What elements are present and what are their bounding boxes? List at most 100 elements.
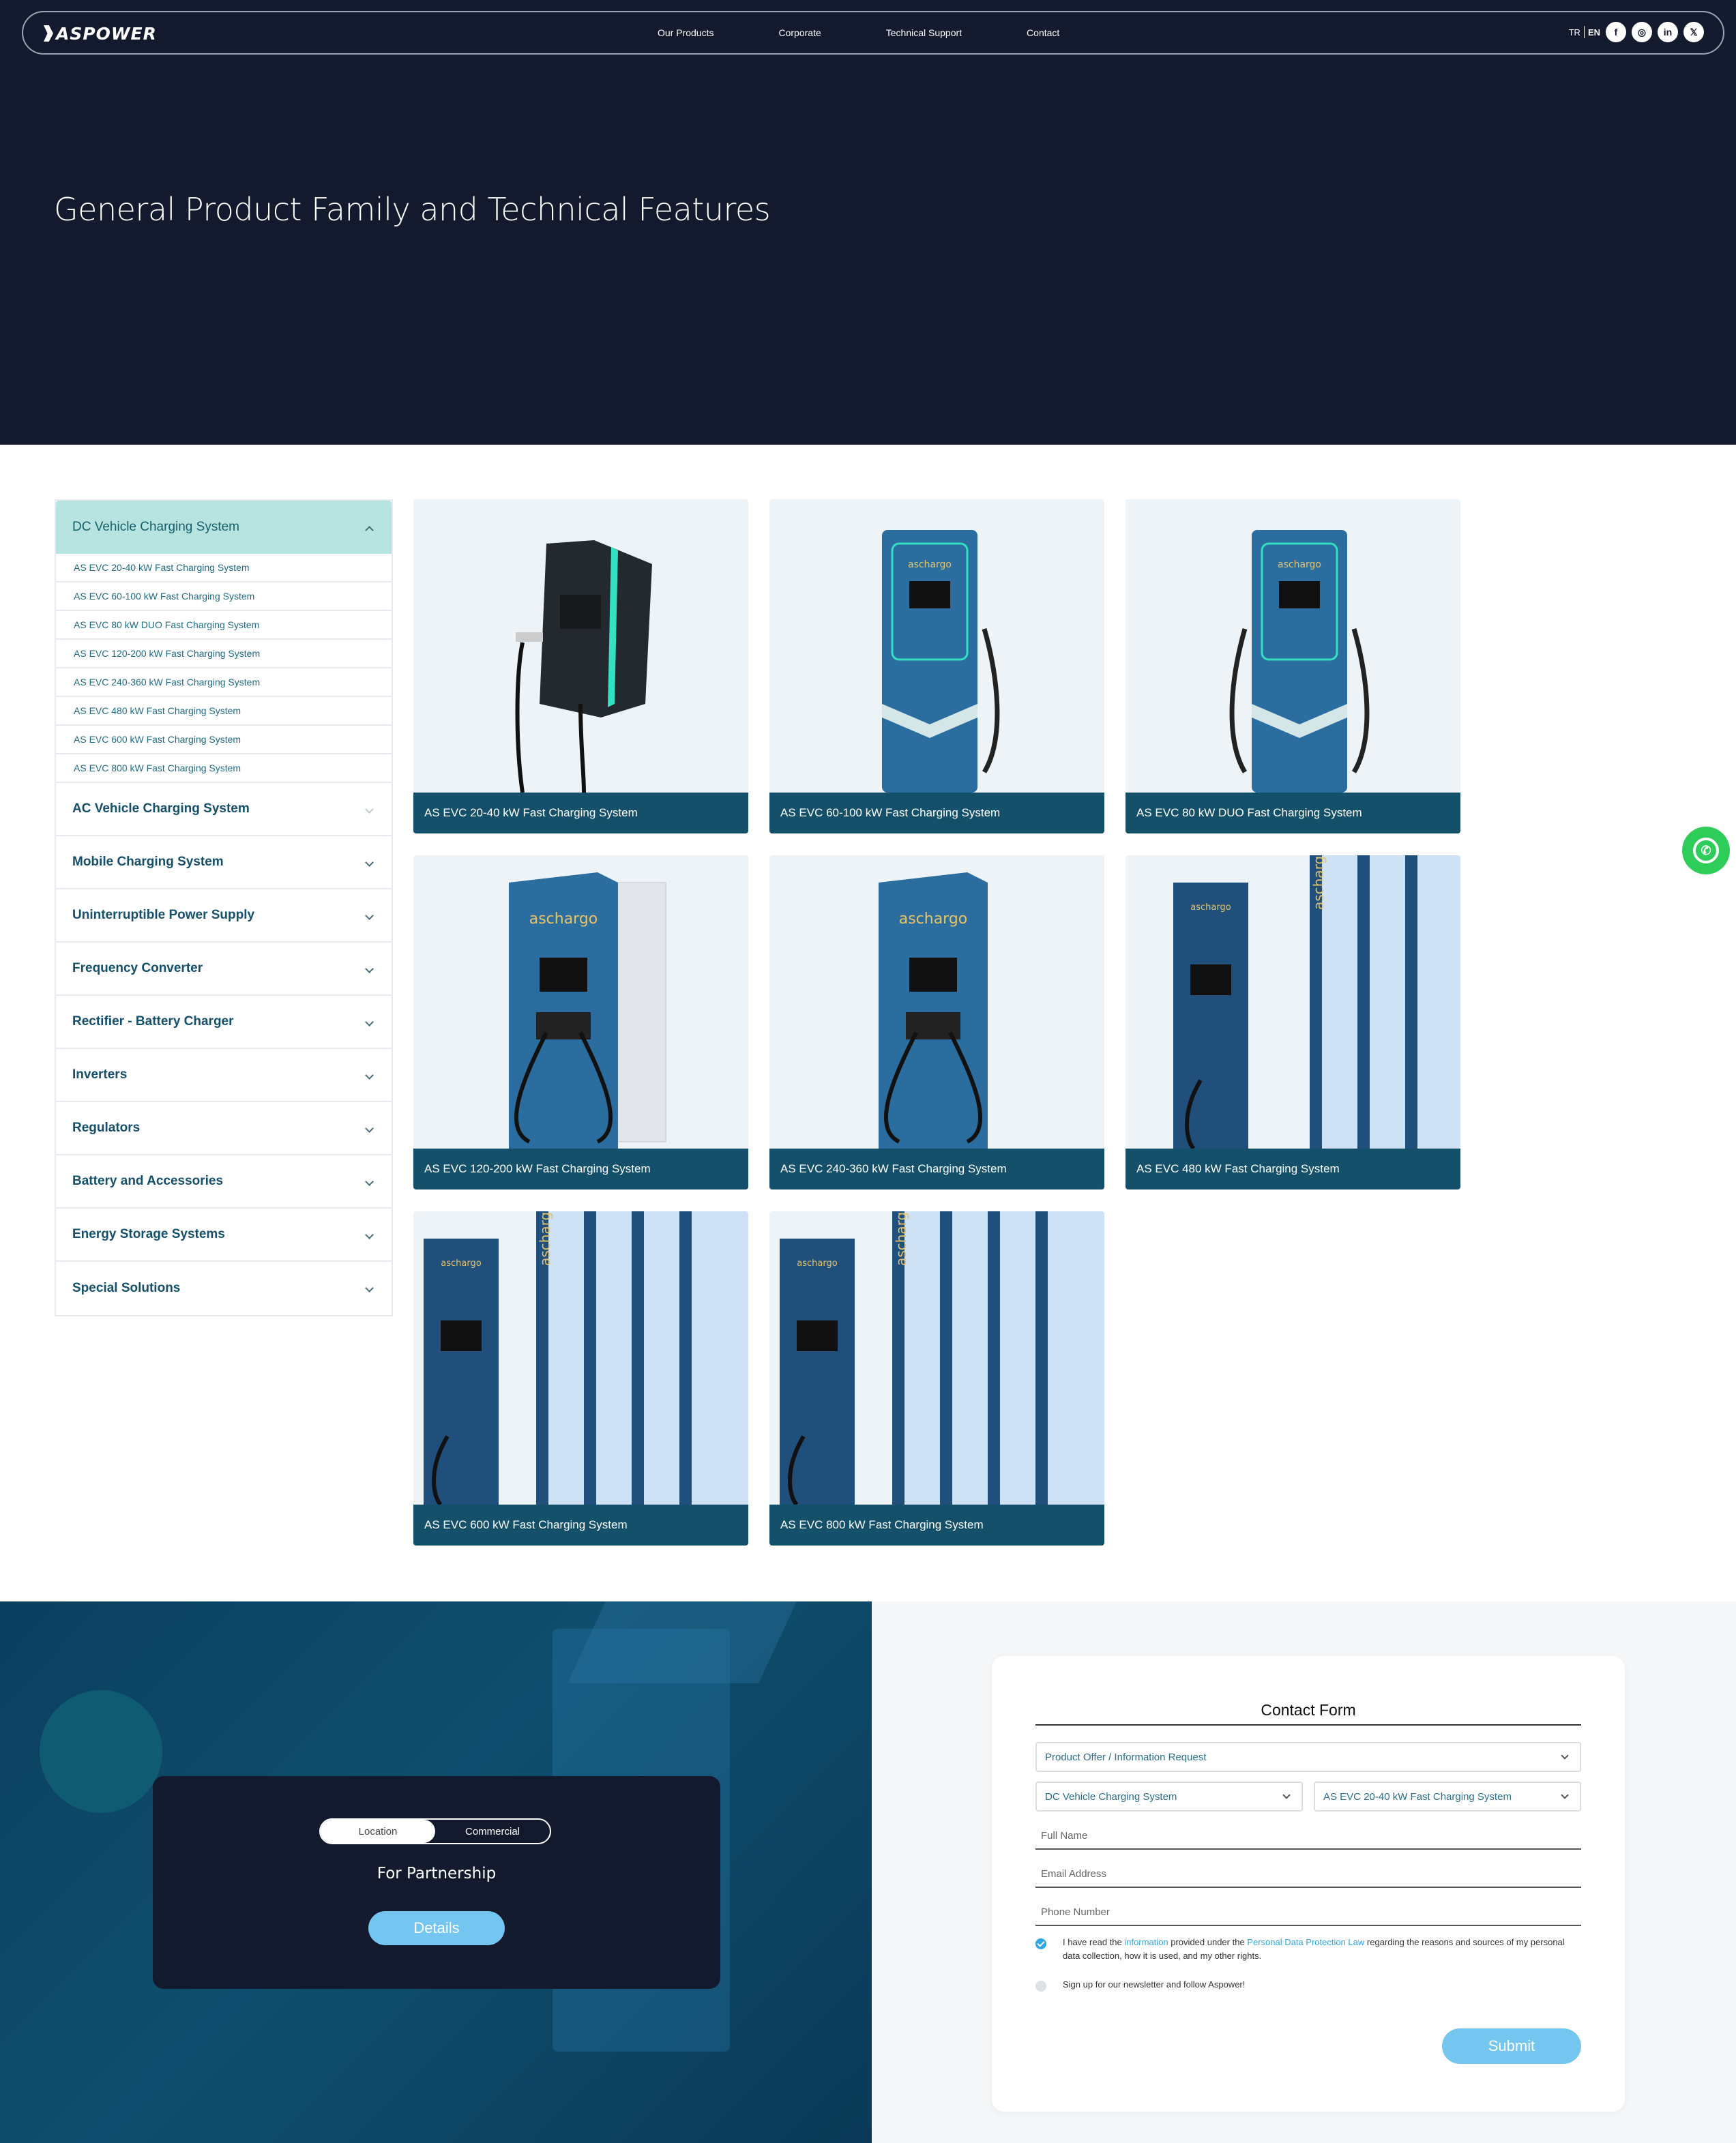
category-item[interactable]: Inverters: [56, 1049, 392, 1102]
svg-text:aschargo: aschargo: [529, 911, 598, 928]
svg-text:aschargo: aschargo: [537, 1211, 553, 1266]
category-label: Rectifier - Battery Charger: [72, 1014, 234, 1029]
nav-our-products[interactable]: Our Products: [658, 27, 713, 38]
x-icon[interactable]: 𝕏: [1683, 22, 1704, 42]
category-item[interactable]: AC Vehicle Charging System: [56, 783, 392, 836]
subcategory-item[interactable]: AS EVC 240-360 kW Fast Charging System: [56, 668, 392, 697]
full-name-field[interactable]: Full Name: [1035, 1822, 1581, 1850]
product-image: aschargo aschargo: [780, 1211, 1104, 1505]
product-image: aschargo aschargo: [1173, 855, 1460, 1149]
category-label: Regulators: [72, 1121, 141, 1135]
category-value: DC Vehicle Charging System: [1045, 1790, 1177, 1803]
category-list: AC Vehicle Charging System Mobile Chargin…: [56, 783, 392, 1315]
consent-text: I have read the information provided und…: [1063, 1937, 1565, 1961]
category-item[interactable]: Regulators: [56, 1102, 392, 1155]
subcategory-item[interactable]: AS EVC 80 kW DUO Fast Charging System: [56, 611, 392, 640]
linkedin-icon[interactable]: in: [1658, 22, 1678, 42]
product-card[interactable]: aschargo aschargo AS EVC 800 kW Fast Charg…: [769, 1211, 1104, 1546]
request-type-select[interactable]: Product Offer / Information Request: [1035, 1742, 1581, 1772]
svg-text:aschargo: aschargo: [893, 1211, 909, 1266]
product-image: aschargo aschargo: [424, 1211, 748, 1505]
category-item[interactable]: Energy Storage Systems: [56, 1209, 392, 1262]
product-title: AS EVC 80 kW DUO Fast Charging System: [1126, 793, 1460, 833]
subcategory-item[interactable]: AS EVC 20-40 kW Fast Charging System: [56, 554, 392, 582]
svg-text:aschargo: aschargo: [1310, 855, 1327, 910]
category-item[interactable]: Special Solutions: [56, 1262, 392, 1315]
subcategory-item[interactable]: AS EVC 60-100 kW Fast Charging System: [56, 582, 392, 611]
nav-technical-support[interactable]: Technical Support: [886, 27, 962, 38]
logo[interactable]: ASPOWER: [44, 23, 157, 44]
chevron-down-icon: [365, 1071, 374, 1080]
nav-corporate[interactable]: Corporate: [778, 27, 821, 38]
tab-location[interactable]: Location: [321, 1820, 435, 1843]
category-select[interactable]: DC Vehicle Charging System: [1035, 1782, 1303, 1812]
social-links: f ◎ in 𝕏: [1600, 22, 1704, 42]
product-image: aschargo: [509, 872, 666, 1149]
product-card[interactable]: AS EVC 20-40 kW Fast Charging System: [413, 499, 748, 833]
logo-icon: [44, 25, 53, 42]
subcategory-item[interactable]: AS EVC 600 kW Fast Charging System: [56, 726, 392, 754]
chevron-up-icon: [365, 526, 374, 535]
whatsapp-button[interactable]: ✆: [1682, 827, 1730, 874]
email-field[interactable]: Email Address: [1035, 1861, 1581, 1888]
category-label: Mobile Charging System: [72, 855, 224, 869]
submit-button[interactable]: Submit: [1442, 2028, 1581, 2064]
category-item[interactable]: Frequency Converter: [56, 943, 392, 996]
product-image: aschargo: [879, 872, 988, 1149]
consent-checkbox[interactable]: [1035, 1938, 1046, 1949]
details-button[interactable]: Details: [368, 1911, 505, 1945]
newsletter-text: Sign up for our newsletter and follow As…: [1063, 1979, 1246, 1990]
subcategory-item[interactable]: AS EVC 800 kW Fast Charging System: [56, 754, 392, 783]
category-label: Frequency Converter: [72, 961, 203, 975]
category-item[interactable]: Uninterruptible Power Supply: [56, 889, 392, 943]
whatsapp-icon: ✆: [1693, 838, 1719, 863]
subcategory-item[interactable]: AS EVC 120-200 kW Fast Charging System: [56, 640, 392, 668]
svg-text:aschargo: aschargo: [1278, 559, 1321, 570]
information-link[interactable]: information: [1124, 1937, 1168, 1947]
subcategory-item[interactable]: AS EVC 480 kW Fast Charging System: [56, 697, 392, 726]
category-item[interactable]: Battery and Accessories: [56, 1155, 392, 1209]
product-card[interactable]: aschargo aschargo AS EVC 480 kW Fast Charg…: [1126, 855, 1460, 1189]
product-title: AS EVC 600 kW Fast Charging System: [413, 1505, 748, 1546]
chevron-down-icon: [365, 1177, 374, 1186]
category-item[interactable]: Mobile Charging System: [56, 836, 392, 889]
instagram-icon[interactable]: ◎: [1632, 22, 1652, 42]
subcategory-list: AS EVC 20-40 kW Fast Charging System AS E…: [56, 554, 392, 783]
tab-commercial[interactable]: Commercial: [435, 1820, 550, 1843]
category-label: Special Solutions: [72, 1281, 181, 1295]
chevron-down-icon: [365, 858, 374, 867]
newsletter-checkbox[interactable]: [1035, 1981, 1046, 1992]
product-card[interactable]: aschargo aschargo AS EVC 600 kW Fast Charg…: [413, 1211, 748, 1546]
lang-divider: [1583, 26, 1585, 38]
category-label: Inverters: [72, 1067, 128, 1082]
form-title: Contact Form: [1035, 1701, 1581, 1726]
product-card[interactable]: aschargo AS EVC 240-360 kW Fast Charging …: [769, 855, 1104, 1189]
chevron-down-icon: [1561, 1791, 1569, 1799]
language-switcher: TR EN: [1569, 26, 1600, 38]
chevron-down-icon: [365, 1284, 374, 1292]
chevron-down-icon: [365, 1124, 374, 1133]
lang-en[interactable]: EN: [1588, 27, 1600, 38]
product-select[interactable]: AS EVC 20-40 kW Fast Charging System: [1314, 1782, 1581, 1812]
chevron-down-icon: [365, 1230, 374, 1239]
product-title: AS EVC 60-100 kW Fast Charging System: [769, 793, 1104, 833]
product-card[interactable]: aschargo AS EVC 60-100 kW Fast Charging S…: [769, 499, 1104, 833]
kvkk-link[interactable]: Personal Data Protection Law: [1247, 1937, 1364, 1947]
chevron-down-icon: [365, 911, 374, 920]
lang-tr[interactable]: TR: [1569, 27, 1580, 38]
request-type-value: Product Offer / Information Request: [1045, 1751, 1207, 1763]
category-label: AC Vehicle Charging System: [72, 801, 250, 816]
product-card[interactable]: aschargo AS EVC 120-200 kW Fast Charging …: [413, 855, 748, 1189]
top-navbar: ASPOWER Our Products Corporate Technical…: [22, 11, 1724, 55]
svg-text:aschargo: aschargo: [908, 559, 952, 570]
facebook-icon[interactable]: f: [1606, 22, 1626, 42]
product-card[interactable]: aschargo AS EVC 80 kW DUO Fast Charging S…: [1126, 499, 1460, 833]
category-item[interactable]: Rectifier - Battery Charger: [56, 996, 392, 1049]
category-dc-vehicle-charging[interactable]: DC Vehicle Charging System: [56, 501, 392, 554]
category-sidebar: DC Vehicle Charging System AS EVC 20-40 …: [55, 499, 393, 1316]
category-label: Uninterruptible Power Supply: [72, 908, 255, 922]
nav-contact[interactable]: Contact: [1027, 27, 1059, 38]
svg-text:aschargo: aschargo: [441, 1258, 481, 1269]
category-label: Battery and Accessories: [72, 1174, 224, 1188]
phone-field[interactable]: Phone Number: [1035, 1899, 1581, 1926]
